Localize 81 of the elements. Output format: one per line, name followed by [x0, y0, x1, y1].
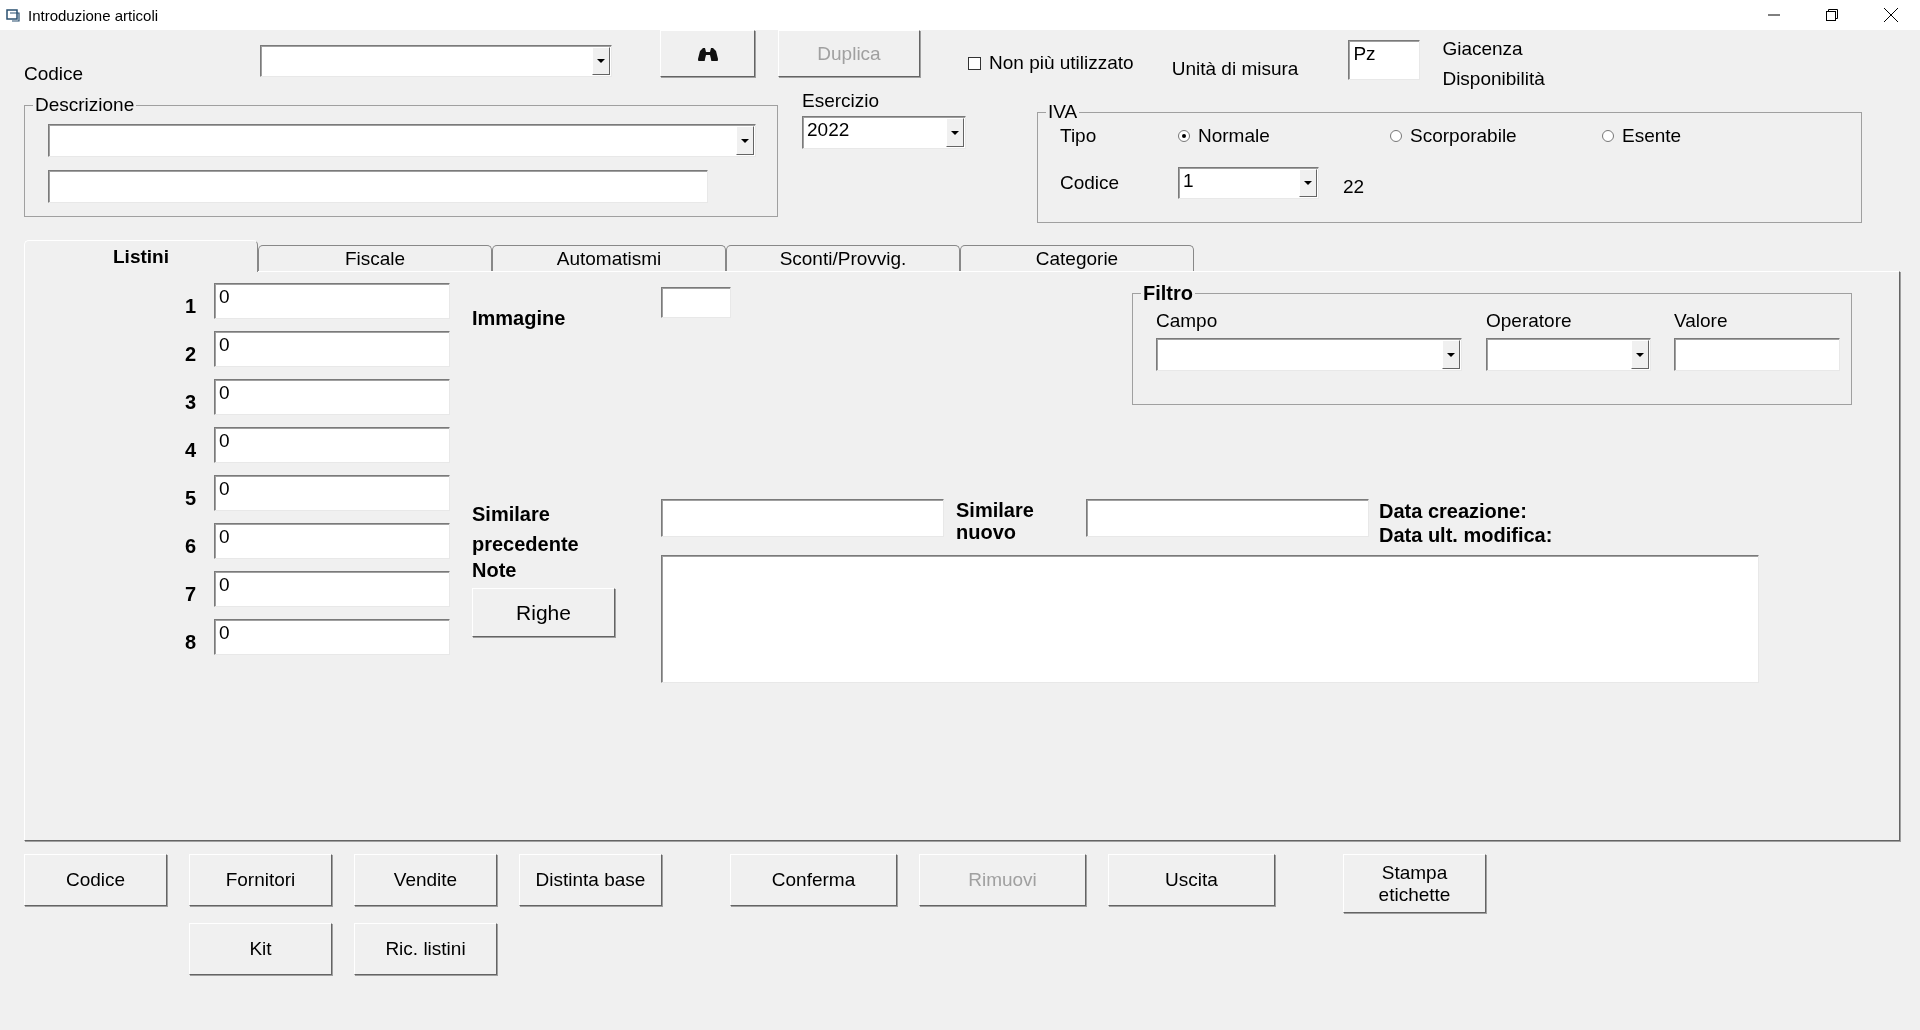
notes-field[interactable]: [661, 555, 1759, 683]
image-field[interactable]: [661, 287, 731, 318]
valore-field[interactable]: [1674, 338, 1840, 371]
radio-button[interactable]: [1178, 130, 1190, 142]
codice-label: Codice: [24, 63, 85, 85]
price-field[interactable]: 0: [214, 283, 450, 319]
radio-label: Esente: [1622, 125, 1682, 147]
action-button[interactable]: Fornitori: [189, 854, 332, 906]
app-icon: [6, 8, 20, 22]
checkbox-label: Non più utilizzato: [989, 52, 1134, 74]
data-creazione-label: Data creazione:: [1379, 499, 1528, 523]
codice-dropdown[interactable]: [260, 45, 612, 77]
iva-rate: 22: [1343, 176, 1365, 198]
price-field[interactable]: 0: [214, 379, 450, 415]
description-field[interactable]: [48, 170, 708, 203]
operatore-label: Operatore: [1486, 310, 1573, 332]
iva-code-dropdown[interactable]: 1: [1178, 167, 1319, 199]
caret-icon: [741, 138, 749, 143]
action-button[interactable]: Conferma: [730, 854, 897, 906]
price-list-number: 1: [183, 294, 197, 318]
tab[interactable]: Categorie: [960, 245, 1194, 271]
price-field[interactable]: 0: [214, 331, 450, 367]
similare-nuovo-field[interactable]: [1086, 499, 1369, 537]
price-field[interactable]: 0: [214, 523, 450, 559]
caret-icon: [1447, 352, 1455, 357]
price-field[interactable]: 0: [214, 427, 450, 463]
action-button[interactable]: Codice: [24, 854, 167, 906]
action-button[interactable]: Uscita: [1108, 854, 1275, 906]
esercizio-dropdown[interactable]: 2022: [802, 116, 966, 149]
action-button[interactable]: Vendite: [354, 854, 497, 906]
valore-label: Valore: [1674, 310, 1729, 332]
caret-icon: [597, 59, 605, 63]
radio-button[interactable]: [1602, 130, 1614, 142]
similare-precedente-field[interactable]: [661, 499, 944, 537]
campo-label: Campo: [1156, 310, 1219, 332]
radio-label: Normale: [1198, 125, 1270, 147]
checkbox[interactable]: [968, 56, 981, 70]
tab[interactable]: Sconti/Provvig.: [726, 245, 960, 271]
price-list-number: 6: [183, 534, 197, 558]
price-list-number: 7: [183, 582, 197, 606]
caret-icon: [1304, 181, 1312, 185]
window-title: Introduzione articoli: [28, 6, 159, 24]
caret-icon: [1636, 352, 1644, 357]
righe-button[interactable]: Righe: [472, 588, 615, 637]
action-button[interactable]: Ric. listini: [354, 923, 497, 975]
similare-nuovo-label: Similare nuovo: [956, 499, 1035, 543]
price-list-number: 4: [183, 438, 197, 462]
radio-label: Scorporabile: [1410, 125, 1517, 147]
disponibilita-label: Disponibilità: [1442, 68, 1545, 90]
tab[interactable]: Fiscale: [258, 245, 492, 271]
price-field[interactable]: 0: [214, 619, 450, 655]
tab[interactable]: Listini: [24, 240, 258, 272]
operatore-dropdown[interactable]: [1486, 338, 1651, 371]
radio-button[interactable]: [1390, 130, 1402, 142]
price-field[interactable]: 0: [214, 571, 450, 607]
unit-field[interactable]: Pz: [1348, 40, 1421, 80]
campo-dropdown[interactable]: [1156, 338, 1462, 371]
tipo-label: Tipo: [1060, 125, 1098, 147]
esercizio-label: Esercizio: [802, 90, 881, 112]
data-modifica-label: Data ult. modifica:: [1379, 523, 1553, 547]
price-field[interactable]: 0: [214, 475, 450, 511]
caret-icon: [951, 130, 959, 135]
price-list-number: 5: [183, 486, 197, 510]
action-button[interactable]: Distinta base: [519, 854, 662, 906]
action-button[interactable]: Stampa etichette: [1343, 854, 1486, 913]
price-list-number: 8: [183, 630, 197, 654]
immagine-label: Immagine: [472, 307, 567, 330]
codice-label: Codice: [1060, 172, 1121, 194]
search-button[interactable]: [660, 30, 755, 77]
description-dropdown[interactable]: [48, 124, 756, 157]
note-label: Note: [472, 559, 518, 582]
similare-precedente-label: Similare precedente: [472, 502, 580, 557]
price-list-number: 2: [183, 342, 197, 366]
giacenza-label: Giacenza: [1442, 38, 1524, 60]
close-icon[interactable]: [1884, 8, 1898, 22]
action-button[interactable]: Kit: [189, 923, 332, 975]
tab[interactable]: Automatismi: [492, 245, 726, 271]
restore-icon[interactable]: [1826, 9, 1838, 21]
price-list-number: 3: [183, 390, 197, 414]
binoculars-icon: [697, 46, 718, 61]
unit-label: Unità di misura: [1171, 58, 1299, 80]
